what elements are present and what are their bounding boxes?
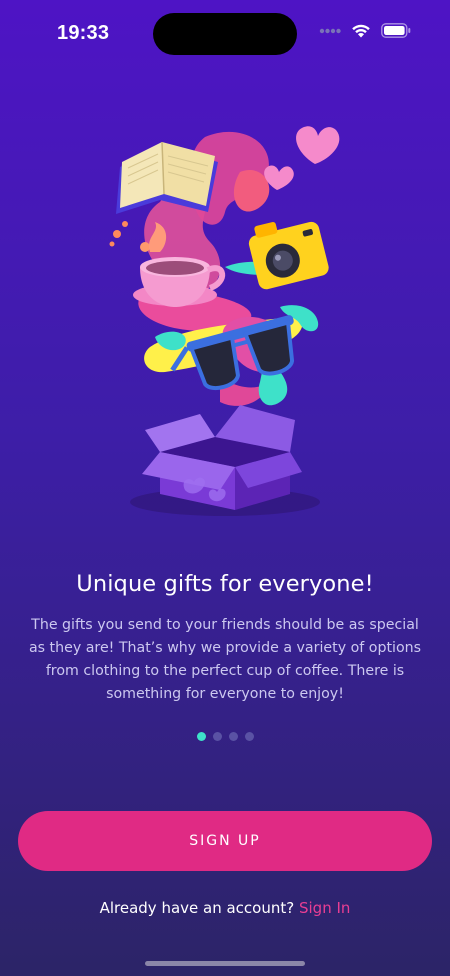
camera-icon [248,221,329,290]
page-dot-4[interactable] [244,732,254,741]
sign-up-button[interactable]: SIGN UP [18,811,432,871]
description-line: The gifts you send to your friends shoul… [31,617,419,633]
sign-in-prompt: Already have an account? [99,899,299,917]
signal-dots-icon [319,28,341,33]
page-dot-2[interactable] [212,732,222,741]
battery-icon [381,23,411,38]
dynamic-island [153,13,297,55]
status-bar: 19:33 [0,0,450,64]
page-indicator [0,732,450,741]
home-indicator[interactable] [145,961,305,966]
description-line: as they are! That’s why we provide a var… [28,640,422,656]
hearts-icon [264,126,340,190]
wifi-icon [352,24,370,38]
gift-box-icon [130,405,320,516]
description-line: from clothing to the perfect cup of coff… [45,663,405,679]
onboarding-title: Unique gifts for everyone! [76,571,374,597]
page-dot-3[interactable] [228,732,238,741]
sign-in-link[interactable]: Sign In [299,899,350,917]
gift-illustration [90,112,360,522]
status-time: 19:33 [57,22,110,44]
status-icons [319,23,411,38]
onboarding-description: The gifts you send to your friends shoul… [25,614,425,706]
sign-in-row: Already have an account? Sign In [0,899,450,917]
description-line: something for everyone to enjoy! [106,686,344,702]
page-dot-1[interactable] [196,732,206,741]
